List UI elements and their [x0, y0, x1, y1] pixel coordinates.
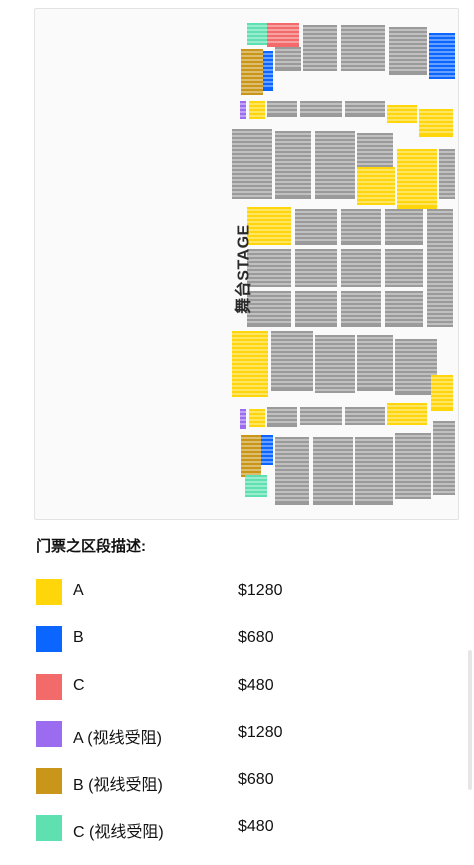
seat-block-a: [249, 101, 265, 119]
legend-zone-price: $1280: [238, 724, 283, 741]
seat-block-a-obstructed: [240, 101, 246, 119]
seat-block-a: [249, 409, 265, 427]
legend-swatch-a-obstructed: [36, 721, 62, 747]
legend-zone-name: C: [73, 677, 85, 694]
seat-block-a: [232, 331, 268, 397]
legend-zone-name: B: [73, 629, 84, 646]
seat-block: [295, 249, 337, 287]
seat-block: [295, 291, 337, 327]
seat-block-c-obstructed: [245, 475, 267, 497]
legend-zone-name: C (视线受阻): [73, 824, 164, 841]
legend-row-c-obstructed: C (视线受阻) $480: [36, 815, 436, 841]
seat-block-b-obstructed: [241, 435, 261, 477]
legend-row-b-obstructed: B (视线受阻) $680: [36, 768, 436, 794]
seat-block: [345, 407, 385, 425]
seat-block: [385, 291, 423, 327]
legend-zone-name: B (视线受阻): [73, 777, 163, 794]
seat-block: [315, 131, 355, 199]
seat-block: [341, 249, 381, 287]
legend-row-a: A $1280: [36, 579, 436, 605]
seat-block: [300, 407, 342, 425]
legend-zone-name: A: [73, 582, 84, 599]
seat-block: [232, 129, 272, 199]
seat-block: [357, 335, 393, 391]
seat-block: [275, 131, 311, 199]
stage-label: 舞台STAGE: [231, 219, 253, 319]
seat-block-a: [419, 109, 453, 137]
seat-block-c-obstructed: [247, 23, 267, 45]
seat-block: [300, 101, 342, 117]
legend-swatch-a: [36, 579, 62, 605]
seat-block: [341, 25, 385, 71]
seat-block: [385, 209, 423, 245]
legend-zone-price: $1280: [238, 582, 283, 599]
seat-block: [427, 209, 453, 327]
seat-block: [433, 421, 455, 495]
legend-row-c: C $480: [36, 674, 436, 700]
seat-block-a: [387, 403, 427, 425]
seat-block: [345, 101, 385, 117]
seat-block: [275, 437, 309, 505]
stage-label-text: 舞台STAGE: [236, 224, 253, 314]
legend-swatch-b: [36, 626, 62, 652]
seat-block: [439, 149, 455, 199]
legend-swatch-b-obstructed: [36, 768, 62, 794]
legend-zone-price: $680: [238, 629, 274, 646]
seat-block-a: [431, 375, 453, 411]
seat-block-b: [263, 51, 273, 91]
seat-block: [341, 291, 381, 327]
legend-row-a-obstructed: A (视线受阻) $1280: [36, 721, 436, 747]
legend-swatch-c-obstructed: [36, 815, 62, 841]
seat-block: [267, 407, 297, 427]
scrollbar[interactable]: [468, 650, 472, 790]
legend-zone-price: $480: [238, 677, 274, 694]
seat-block: [395, 433, 431, 499]
legend-zone-name: A (视线受阻): [73, 730, 162, 747]
legend-zone-price: $680: [238, 771, 274, 788]
legend-swatch-c: [36, 674, 62, 700]
seat-block: [341, 209, 381, 245]
seat-block: [313, 437, 353, 505]
seat-block: [389, 27, 427, 75]
seat-block-a: [387, 105, 417, 123]
seat-block-b: [429, 33, 455, 79]
seat-block: [395, 339, 437, 395]
seat-block-b: [261, 435, 273, 465]
seat-block-a-obstructed: [240, 409, 246, 429]
seat-block-a: [397, 149, 437, 209]
legend-row-b: B $680: [36, 626, 436, 652]
seat-block-a: [357, 167, 395, 205]
seat-block: [315, 335, 355, 393]
seat-block-c: [267, 23, 299, 47]
seat-block: [271, 331, 313, 391]
legend-zone-price: $480: [238, 818, 274, 835]
seat-block: [267, 101, 297, 117]
seating-map[interactable]: 舞台STAGE: [34, 8, 459, 520]
seat-block: [355, 437, 393, 505]
seat-block: [275, 47, 301, 71]
seat-block: [303, 25, 337, 71]
seat-block-b-obstructed: [241, 49, 263, 95]
legend-title: 门票之区段描述:: [36, 538, 146, 555]
seat-block: [385, 249, 423, 287]
seat-block: [295, 209, 337, 245]
